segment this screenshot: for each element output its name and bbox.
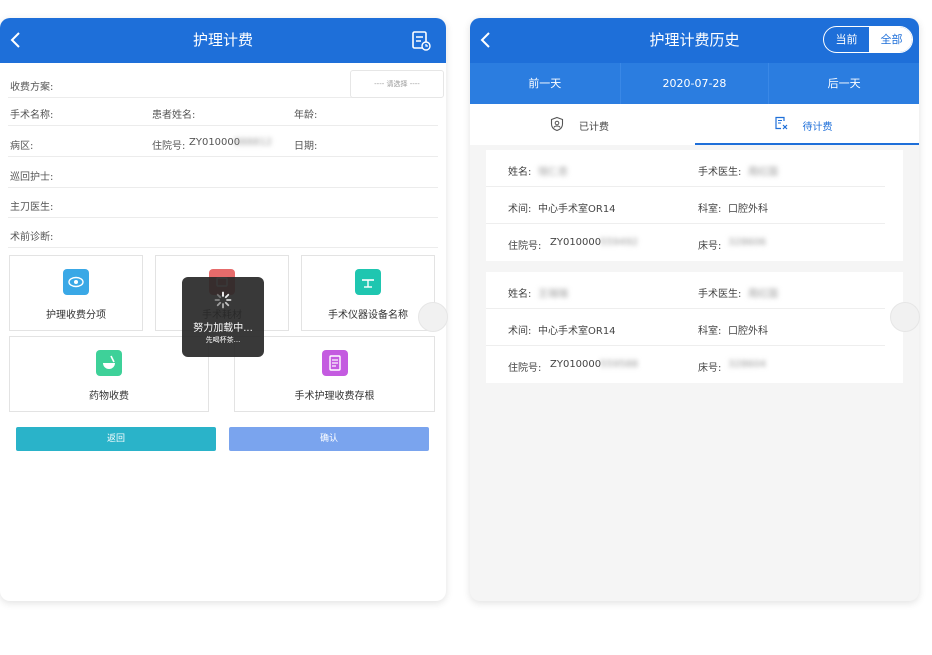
plan-label: 收费方案: — [10, 82, 54, 93]
doctor-value: 周红国 — [748, 289, 778, 300]
record-line: 姓名: 王瑞瑞 手术医生: 周红国 — [486, 272, 885, 309]
bed-value: 328606 — [728, 237, 767, 248]
drag-handle[interactable] — [890, 302, 920, 332]
admission-label: 住院号: — [508, 363, 542, 374]
record-line: 姓名: 钱仁忠 手术医生: 周红国 — [486, 150, 885, 187]
name-value: 王瑞瑞 — [538, 289, 568, 300]
preop-diagnosis-label: 术前诊断: — [10, 232, 54, 243]
medication-fee-tile[interactable]: 药物收费 — [9, 336, 209, 412]
doc-x-icon — [773, 115, 789, 134]
doctor-label: 手术医生: — [698, 167, 742, 178]
tile-label: 手术护理收费存根 — [294, 391, 375, 402]
tile-label: 护理收费分项 — [46, 310, 106, 321]
bed-label: 床号: — [698, 363, 722, 374]
admission-value-redacted: 559492 — [600, 237, 639, 248]
prev-day-button[interactable]: 前一天 — [470, 63, 620, 104]
tab-label: 待计费 — [802, 122, 833, 133]
loading-toast: 努力加载中... 先喝杯茶... — [182, 277, 264, 357]
surgery-name-label: 手术名称: — [10, 110, 54, 121]
bed-value: 328604 — [728, 359, 767, 370]
tile-label: 药物收费 — [89, 391, 129, 402]
status-tabs: 已计费 待计费 — [470, 104, 919, 145]
dept-label: 科室: — [698, 204, 722, 215]
admission-label: 住院号: — [152, 141, 186, 152]
date-label: 日期: — [294, 141, 318, 152]
tab-pending[interactable]: 待计费 — [694, 104, 919, 145]
eye-icon — [63, 269, 89, 295]
spinner-icon — [214, 291, 232, 309]
dept-value: 口腔外科 — [728, 326, 768, 337]
room-label: 术间: — [508, 326, 532, 337]
mortar-icon — [96, 350, 122, 376]
plan-row: 收费方案: ---- 请选择 ---- — [8, 68, 444, 98]
admission-value-redacted: 888812 — [234, 137, 273, 148]
nurse-row: 巡回护士: — [8, 158, 438, 188]
plan-select[interactable]: ---- 请选择 ---- — [350, 70, 444, 98]
record-line: 住院号: ZY010000 559492 床号: 328606 — [486, 224, 885, 261]
record-line: 住院号: ZY010000 559588 床号: 328604 — [486, 346, 885, 383]
admission-value-redacted: 559588 — [600, 359, 639, 370]
top-bar: 护理计费历史 当前 全部 — [470, 18, 919, 63]
chief-surgeon-label: 主刀医生: — [10, 202, 54, 213]
loading-text: 努力加载中... — [193, 323, 253, 334]
name-value: 钱仁忠 — [538, 167, 568, 178]
drag-handle[interactable] — [418, 302, 448, 332]
doctor-value: 周红国 — [748, 167, 778, 178]
circulating-nurse-label: 巡回护士: — [10, 172, 54, 183]
nursing-fee-items-tile[interactable]: 护理收费分项 — [9, 255, 143, 331]
doctor-label: 手术医生: — [698, 289, 742, 300]
shield-user-icon — [549, 116, 565, 135]
confirm-button[interactable]: 确认 — [229, 427, 429, 451]
age-label: 年龄: — [294, 110, 318, 121]
page-title: 护理计费 — [192, 31, 253, 49]
dept-label: 科室: — [698, 326, 722, 337]
nursing-fee-stub-tile[interactable]: 手术护理收费存根 — [234, 336, 435, 412]
billing-record-icon[interactable] — [410, 30, 432, 52]
date-navigator: 前一天 2020-07-28 后一天 — [470, 63, 919, 104]
back-button[interactable]: 返回 — [16, 427, 216, 451]
admission-label: 住院号: — [508, 241, 542, 252]
nursing-billing-panel: 护理计费 收费方案: ---- 请选择 ---- 手术名称: 患者姓名: 年龄:… — [0, 18, 446, 601]
seg-current[interactable]: 当前 — [824, 27, 869, 52]
tab-label: 已计费 — [579, 122, 609, 133]
ward-row: 病区: 住院号: ZY010000 888812 日期: — [8, 127, 438, 157]
room-value: 中心手术室OR14 — [538, 326, 616, 337]
record-card[interactable]: 姓名: 钱仁忠 手术医生: 周红国 术间: 中心手术室OR14 科室: 口腔外科… — [486, 150, 903, 261]
instrument-icon — [355, 269, 381, 295]
loading-subtext: 先喝杯茶... — [205, 336, 241, 344]
tab-billed[interactable]: 已计费 — [470, 104, 695, 145]
room-label: 术间: — [508, 204, 532, 215]
name-label: 姓名: — [508, 289, 532, 300]
record-line: 术间: 中心手术室OR14 科室: 口腔外科 — [486, 309, 885, 346]
receipt-icon — [321, 350, 348, 376]
next-day-button[interactable]: 后一天 — [769, 63, 919, 104]
tile-label: 手术仪器设备名称 — [328, 310, 408, 321]
surgery-row: 手术名称: 患者姓名: 年龄: — [8, 96, 438, 126]
diagnosis-row: 术前诊断: — [8, 218, 438, 248]
current-date[interactable]: 2020-07-28 — [619, 63, 770, 104]
dept-value: 口腔外科 — [728, 204, 768, 215]
record-line: 术间: 中心手术室OR14 科室: 口腔外科 — [486, 187, 885, 224]
instrument-equipment-tile[interactable]: 手术仪器设备名称 — [301, 255, 435, 331]
ward-label: 病区: — [10, 141, 34, 152]
surgeon-row: 主刀医生: — [8, 188, 438, 218]
patient-name-label: 患者姓名: — [152, 110, 196, 121]
admission-value: ZY010000 — [550, 359, 602, 370]
seg-all[interactable]: 全部 — [869, 27, 912, 52]
name-label: 姓名: — [508, 167, 532, 178]
record-card[interactable]: 姓名: 王瑞瑞 手术医生: 周红国 术间: 中心手术室OR14 科室: 口腔外科… — [486, 272, 903, 383]
admission-value: ZY010000 — [550, 237, 602, 248]
billing-history-panel: 护理计费历史 当前 全部 前一天 2020-07-28 后一天 已计费 待计费 … — [470, 18, 919, 601]
room-value: 中心手术室OR14 — [538, 204, 616, 215]
top-bar: 护理计费 — [0, 18, 446, 63]
bed-label: 床号: — [698, 241, 722, 252]
scope-toggle: 当前 全部 — [823, 26, 913, 53]
admission-value: ZY010000 — [189, 137, 241, 148]
